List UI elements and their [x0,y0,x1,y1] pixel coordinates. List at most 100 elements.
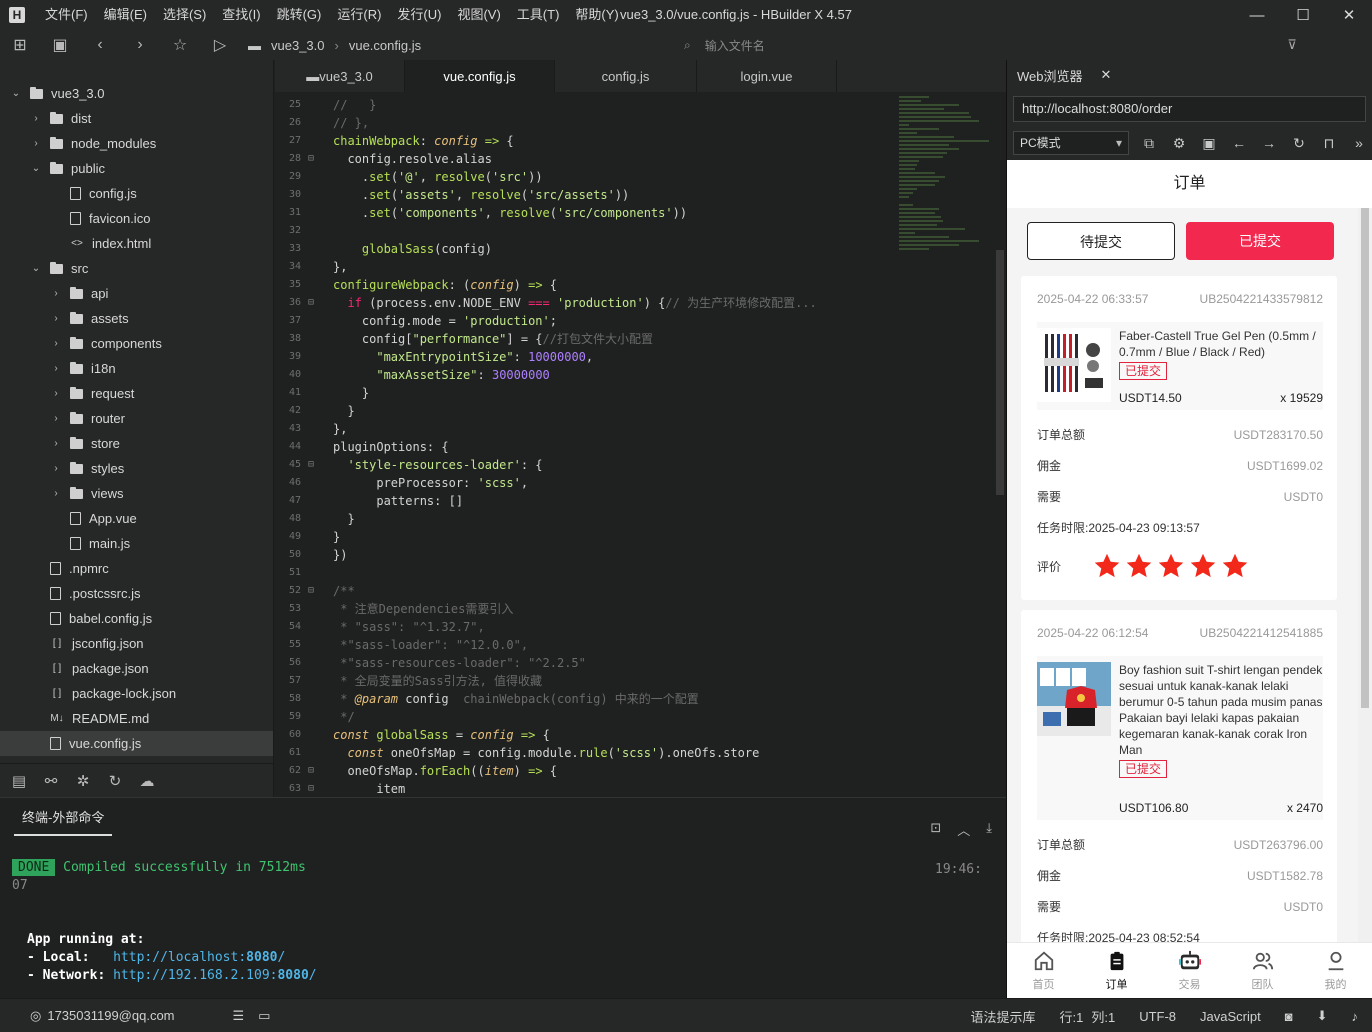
code-line[interactable]: 48 } [275,510,895,528]
browser-tab[interactable]: Web浏览器 ✕ [1007,60,1372,90]
tree-folder[interactable]: › api [0,281,273,306]
nav-item[interactable]: 团队 [1226,943,1299,998]
close-icon[interactable]: ✕ [1326,0,1372,30]
tree-file[interactable]: [ ] package.json [0,656,273,681]
fold-toggle-icon[interactable]: ⊟ [301,294,321,312]
star-icon[interactable] [1157,552,1185,580]
code-line[interactable]: 51 [275,564,895,582]
code-line[interactable]: 38 config["performance"] = {//打包文件大小配置 [275,330,895,348]
chevron-down-icon[interactable]: ⌄ [28,263,44,274]
menu-item[interactable]: 查找(I) [214,0,268,30]
code-line[interactable]: 27 chainWebpack: config => { [275,132,895,150]
encoding[interactable]: UTF-8 [1139,1009,1176,1024]
tab-pending[interactable]: 待提交 [1027,222,1175,260]
tree-file[interactable]: [ ] package-lock.json [0,681,273,706]
tree-file[interactable]: vue.config.js [0,731,273,756]
viewport-scrollbar[interactable] [1358,208,1372,998]
console-icon[interactable]: ▭ [258,1008,270,1024]
code-line[interactable]: 63 ⊟ item [275,780,895,798]
syntax-hint[interactable]: 语法提示库 [970,1007,1035,1026]
fold-toggle-icon[interactable]: ⊟ [301,780,321,798]
cloud-icon[interactable]: ☁ [138,772,156,790]
tree-file[interactable]: .npmrc [0,556,273,581]
code-line[interactable]: 61 const oneOfsMap = config.module.rule(… [275,744,895,762]
code-line[interactable]: 25 // } [275,96,895,114]
save-icon[interactable]: ▣ [40,30,80,60]
editor-tab[interactable]: login.vue [697,60,837,92]
chevron-right-icon[interactable]: › [48,338,64,349]
favorite-star-icon[interactable]: ☆ [160,30,200,60]
lock-icon[interactable]: ⊓ [1319,131,1339,155]
menu-item[interactable]: 运行(R) [329,0,389,30]
code-line[interactable]: 53 * 注意Dependencies需要引入 [275,600,895,618]
tree-folder[interactable]: › i18n [0,356,273,381]
debug-icon[interactable]: ✲ [74,772,92,790]
list-icon[interactable]: ☰ [233,1008,245,1024]
screenshot-icon[interactable]: ⧉ [1139,131,1159,155]
forward-icon[interactable]: › [120,30,160,60]
run-icon[interactable]: ▷ [200,30,240,60]
chevron-right-icon[interactable]: › [48,413,64,424]
chevron-right-icon[interactable]: › [28,138,44,149]
tree-folder[interactable]: › assets [0,306,273,331]
code-line[interactable]: 34}, [275,258,895,276]
account[interactable]: ◎ 1735031199@qq.com [30,1008,175,1024]
network-url[interactable]: http://192.168.2.109: [113,968,277,983]
git-icon[interactable]: ↻ [106,772,124,790]
download-icon[interactable]: ⬇ [1317,1008,1328,1024]
refresh-icon[interactable]: ↻ [1289,131,1309,155]
nav-item[interactable]: 交易 [1153,943,1226,998]
back-arrow-icon[interactable]: ← [1229,131,1249,155]
code-line[interactable]: 56 *"sass-resources-loader": "^2.2.5" [275,654,895,672]
cursor-col[interactable]: 列:1 [1091,1007,1115,1026]
settings-gear-icon[interactable]: ⚙ [1169,131,1189,155]
editor-tab[interactable]: ▬ vue3_3.0 [275,60,405,92]
terminal-output[interactable]: DONE Compiled successfully in 7512ms 07 … [0,836,1006,986]
tree-folder[interactable]: › node_modules [0,131,273,156]
browser-tab-close-icon[interactable]: ✕ [1101,67,1112,83]
tree-file[interactable]: favicon.ico [0,206,273,231]
code-line[interactable]: 42 } [275,402,895,420]
fold-toggle-icon[interactable]: ⊟ [301,150,321,168]
code-line[interactable]: 50}) [275,546,895,564]
tab-submitted[interactable]: 已提交 [1186,222,1334,260]
code-line[interactable]: 52 ⊟ /** [275,582,895,600]
editor-scrollbar[interactable] [996,250,1004,495]
nav-item[interactable]: 首页 [1007,943,1080,998]
tree-folder[interactable]: › components [0,331,273,356]
code-line[interactable]: 31 .set('components', resolve('src/compo… [275,204,895,222]
code-line[interactable]: 40 "maxAssetSize": 30000000 [275,366,895,384]
chevron-down-icon[interactable]: ⌄ [28,163,44,174]
tree-file[interactable]: App.vue [0,506,273,531]
code-line[interactable]: 41 } [275,384,895,402]
more-chevron-icon[interactable]: » [1349,131,1369,155]
order-product[interactable]: Faber-Castell True Gel Pen (0.5mm / 0.7m… [1037,322,1323,410]
order-card[interactable]: 2025-04-22 06:33:57 UB2504221433579812 F… [1021,276,1337,600]
tree-folder[interactable]: ⌄ src [0,256,273,281]
code-line[interactable]: 37 config.mode = 'production'; [275,312,895,330]
breadcrumb-file[interactable]: vue.config.js [349,38,421,53]
code-line[interactable]: 47 patterns: [] [275,492,895,510]
file-search-input[interactable]: 输入文件名 [705,37,765,54]
code-line[interactable]: 35 configureWebpack: (config) => { [275,276,895,294]
language-mode[interactable]: JavaScript [1200,1009,1261,1024]
breadcrumb-project[interactable]: vue3_3.0 [271,38,325,53]
menu-item[interactable]: 选择(S) [155,0,214,30]
terminal-tab[interactable]: 终端-外部命令 [14,807,113,836]
chevron-right-icon[interactable]: › [48,313,64,324]
url-bar[interactable]: http://localhost:8080/order [1013,96,1366,122]
bell-icon[interactable]: ♪ [1352,1009,1359,1024]
nav-item[interactable]: 订单 [1080,943,1153,998]
tree-file[interactable]: <> index.html [0,231,273,256]
star-icon[interactable] [1189,552,1217,580]
maximize-icon[interactable]: ☐ [1280,0,1326,30]
chevron-right-icon[interactable]: › [48,438,64,449]
chevron-right-icon[interactable]: › [28,113,44,124]
code-line[interactable]: 43}, [275,420,895,438]
star-icon[interactable] [1221,552,1249,580]
order-product[interactable]: Boy fashion suit T-shirt lengan pendek s… [1037,656,1323,820]
code-line[interactable]: 60 const globalSass = config => { [275,726,895,744]
code-line[interactable]: 28 ⊟ config.resolve.alias [275,150,895,168]
fold-toggle-icon[interactable]: ⊟ [301,456,321,474]
terminal-collapse-icon[interactable]: ︿ [957,820,970,839]
